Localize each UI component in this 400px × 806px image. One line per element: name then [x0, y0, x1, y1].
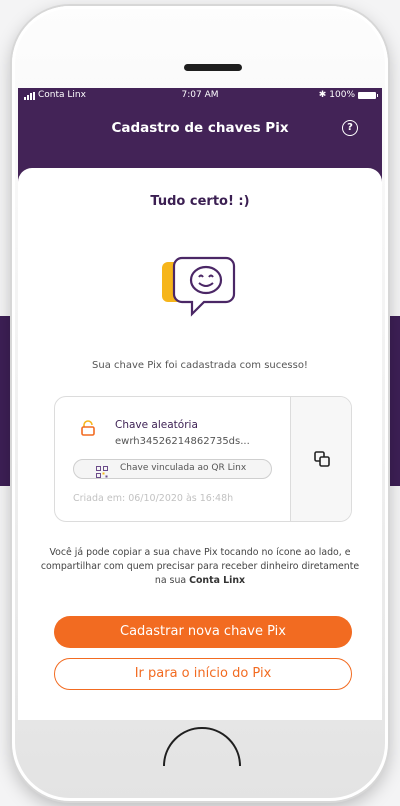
info-text: Você já pode copiar a sua chave Pix toca… [40, 546, 360, 588]
qr-link-badge: Chave vinculada ao QR Linx [73, 459, 272, 479]
go-to-pix-home-button[interactable]: Ir para o início do Pix [54, 658, 352, 690]
success-title: Tudo certo! :) [150, 194, 250, 209]
copy-icon[interactable] [313, 450, 331, 468]
page-title: Cadastro de chaves Pix [111, 120, 289, 136]
key-value: ewrh34526214862735ds... [115, 436, 250, 447]
battery-icon [358, 91, 378, 99]
bluetooth-icon: ✱ [318, 90, 327, 100]
content-sheet: Tudo certo! :) Sua chave Pix foi cadastr… [18, 168, 382, 720]
status-right: ✱ 100% [318, 90, 378, 100]
app-screen: Conta Linx 7:07 AM ✱ 100% Cadastro de ch… [18, 88, 382, 720]
pix-key-card: Chave aleatória ewrh34526214862735ds... … [54, 396, 352, 522]
status-bar: Conta Linx 7:07 AM ✱ 100% [18, 88, 382, 104]
success-message: Sua chave Pix foi cadastrada com sucesso… [92, 360, 308, 371]
home-button[interactable] [160, 722, 244, 806]
key-type-label: Chave aleatória [115, 419, 198, 431]
register-new-key-button[interactable]: Cadastrar nova chave Pix [54, 616, 352, 648]
smiley-chat-icon [160, 248, 246, 320]
qr-link-label: Chave vinculada ao QR Linx [120, 463, 247, 473]
help-icon[interactable]: ? [342, 120, 358, 136]
info-text-bold: Conta Linx [189, 575, 246, 586]
created-date: Criada em: 06/10/2020 às 16:48h [73, 493, 234, 504]
lock-icon [79, 419, 97, 437]
qr-code-icon [96, 463, 108, 478]
phone-speaker [184, 64, 242, 71]
copy-key-button[interactable] [290, 397, 351, 521]
battery-label: 100% [329, 90, 355, 100]
